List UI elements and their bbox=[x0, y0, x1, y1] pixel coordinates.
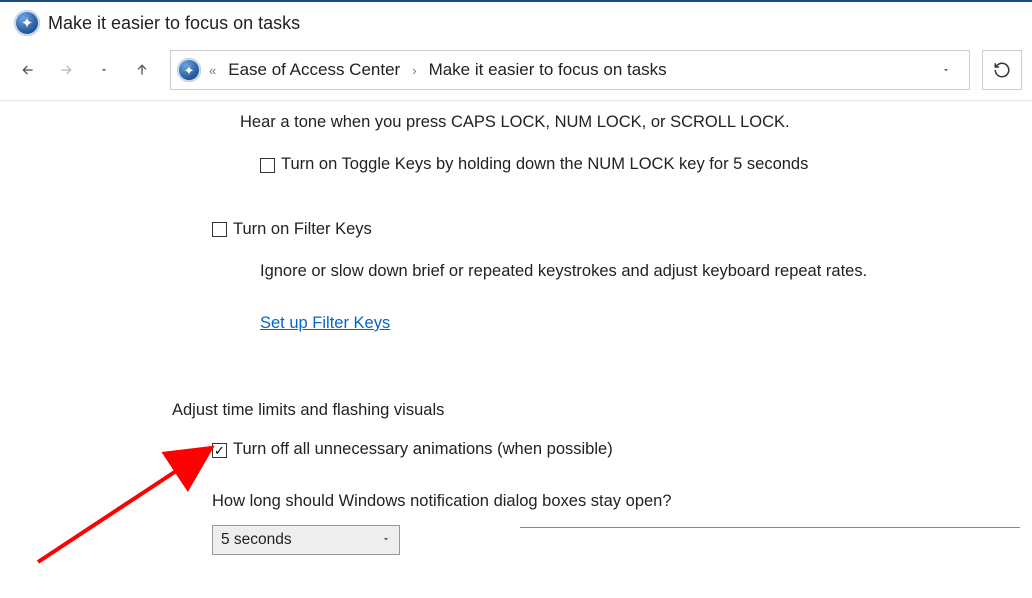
window-title: Make it easier to focus on tasks bbox=[48, 13, 300, 34]
notification-duration-dropdown[interactable]: 5 seconds bbox=[212, 525, 400, 555]
breadcrumb-focus-tasks[interactable]: Make it easier to focus on tasks bbox=[425, 60, 671, 80]
address-ease-icon: ✦ bbox=[177, 58, 201, 82]
address-history-button[interactable] bbox=[929, 51, 963, 89]
turn-off-animations-checkbox[interactable] bbox=[212, 443, 227, 458]
ease-of-access-icon: ✦ bbox=[14, 10, 40, 36]
filter-keys-description: Ignore or slow down brief or repeated ke… bbox=[260, 260, 1012, 282]
forward-button[interactable] bbox=[48, 52, 84, 88]
address-bar[interactable]: ✦ « Ease of Access Center › Make it easi… bbox=[170, 50, 970, 90]
navigation-bar: ✦ « Ease of Access Center › Make it easi… bbox=[0, 50, 1032, 101]
refresh-button[interactable] bbox=[982, 50, 1022, 90]
title-bar: ✦ Make it easier to focus on tasks bbox=[0, 2, 1032, 50]
setup-filter-keys-link[interactable]: Set up Filter Keys bbox=[260, 314, 390, 332]
breadcrumb-sep-icon: « bbox=[207, 63, 218, 78]
chevron-down-icon bbox=[381, 531, 391, 549]
filter-keys-label: Turn on Filter Keys bbox=[233, 218, 372, 240]
toggle-keys-numlock-checkbox[interactable] bbox=[260, 158, 275, 173]
toggle-keys-numlock-label: Turn on Toggle Keys by holding down the … bbox=[281, 153, 808, 175]
window-chrome: ✦ Make it easier to focus on tasks ✦ « E… bbox=[0, 0, 1032, 101]
back-button[interactable] bbox=[10, 52, 46, 88]
section-divider bbox=[520, 527, 1020, 528]
filter-keys-checkbox[interactable] bbox=[212, 222, 227, 237]
breadcrumb-ease-of-access[interactable]: Ease of Access Center bbox=[224, 60, 404, 80]
chevron-right-icon[interactable]: › bbox=[410, 63, 418, 78]
toggle-keys-description: Hear a tone when you press CAPS LOCK, NU… bbox=[240, 111, 1012, 133]
section-heading-time-visuals: Adjust time limits and flashing visuals bbox=[172, 401, 1012, 420]
turn-off-animations-label: Turn off all unnecessary animations (whe… bbox=[233, 438, 613, 460]
notification-duration-value: 5 seconds bbox=[221, 531, 292, 549]
up-button[interactable] bbox=[124, 52, 160, 88]
recent-locations-button[interactable] bbox=[86, 52, 122, 88]
content-pane: Hear a tone when you press CAPS LOCK, NU… bbox=[0, 101, 1032, 575]
notification-duration-question: How long should Windows notification dia… bbox=[212, 490, 1012, 512]
